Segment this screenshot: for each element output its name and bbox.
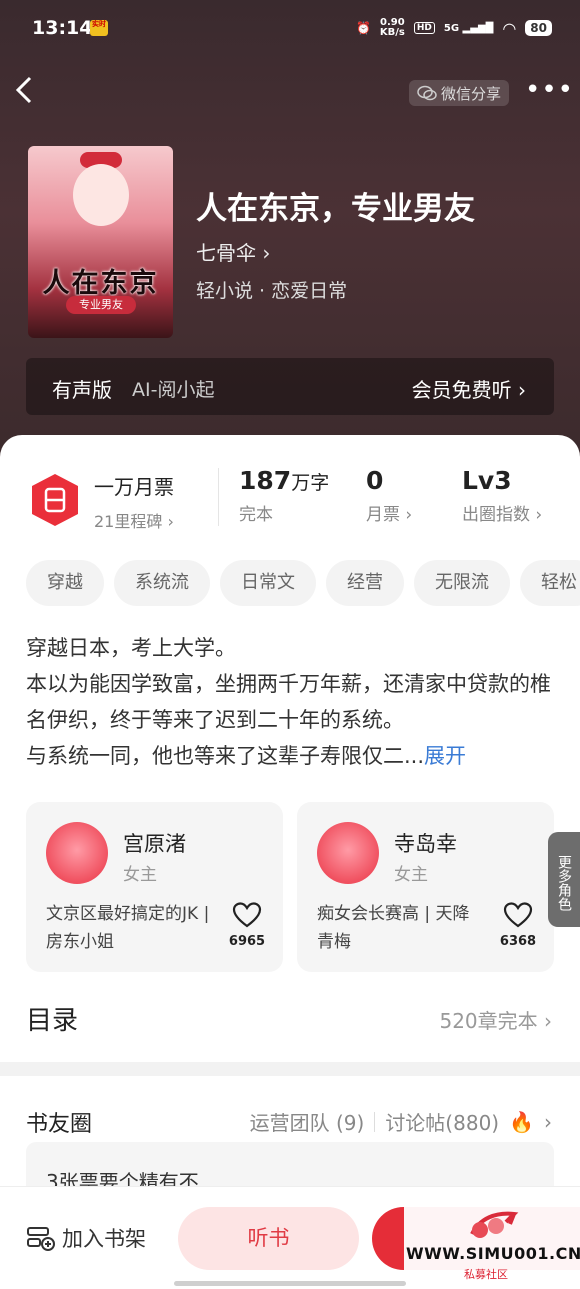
monthly-ticket-stat[interactable]: 0 月票 › <box>366 466 412 525</box>
audio-version-bar[interactable]: 有声版 AI-阅小起 会员免费听 › <box>26 358 554 415</box>
tag-list: 穿越 系统流 日常文 经营 无限流 轻松 <box>26 560 580 606</box>
chevron-right-icon: › <box>544 1109 552 1134</box>
ticket-milestone[interactable]: 一万月票 21里程碑 › <box>94 471 174 532</box>
heart-icon <box>503 902 533 928</box>
watermark-logo-icon <box>470 1211 519 1238</box>
word-count-stat: 187万字 完本 <box>239 466 329 525</box>
popularity-label: 出圈指数 › <box>462 505 543 525</box>
synopsis-line: 穿越日本，考上大学。 <box>26 636 236 660</box>
reader-circle-title: 书友圈 <box>26 1112 93 1137</box>
alarm-icon: ⏰ <box>355 21 371 35</box>
character-list: 宫原渚 女主 文京区最好搞定的JK | 房东小姐 6965 寺岛幸 女主 痴女会… <box>26 802 580 972</box>
divider <box>374 1111 376 1132</box>
synopsis-line: 与系统一同，他也等来了这辈子寿限仅二... <box>26 744 425 768</box>
popularity-stat[interactable]: Lv3 出圈指数 › <box>462 466 542 525</box>
word-count-value: 187 <box>239 466 292 495</box>
audio-label: 有声版 <box>52 378 112 402</box>
character-card[interactable]: 宫原渚 女主 文京区最好搞定的JK | 房东小姐 6965 <box>26 802 283 972</box>
ticket-milestone-sub: 21里程碑 › <box>94 512 174 531</box>
add-shelf-icon <box>27 1227 55 1251</box>
tag-chip[interactable]: 日常文 <box>220 560 316 606</box>
fire-icon: 🔥 <box>509 1109 534 1134</box>
status-time: 13:14 <box>32 17 93 39</box>
character-like-button[interactable]: 6368 <box>495 902 541 949</box>
cover-subtitle: 专业男友 <box>66 296 136 314</box>
net-speed: 0.90 KB/s <box>379 17 405 38</box>
cover-title: 人在东京 <box>42 268 159 299</box>
hd-icon: HD <box>413 22 435 34</box>
character-name: 宫原渚 <box>123 832 186 856</box>
audio-narrator: AI-阅小起 <box>132 379 215 401</box>
status-bar: 13:14 实时 ⏰ 0.90 KB/s HD 5G ▂▄▆█ ◠ 80 <box>0 0 580 60</box>
tag-chip[interactable]: 无限流 <box>414 560 510 606</box>
character-avatar <box>46 822 108 884</box>
free-listen-link[interactable]: 会员免费听 › <box>412 374 526 403</box>
add-to-shelf-button[interactable]: 加入书架 <box>26 1223 146 1253</box>
heart-icon <box>232 902 262 928</box>
synopsis: 穿越日本，考上大学。 本以为能因学致富，坐拥两千万年薪，还清家中贷款的椎名伊织，… <box>26 630 566 774</box>
wechat-share-button[interactable]: 微信分享 <box>409 80 509 106</box>
book-title: 人在东京，专业男友 <box>196 191 475 227</box>
ticket-milestone-value: 一万月票 <box>94 475 174 499</box>
monthly-ticket-label: 月票 › <box>366 505 413 525</box>
book-genre: 轻小说 · 恋爱日常 <box>196 280 348 302</box>
character-avatar <box>317 822 379 884</box>
character-desc: 文京区最好搞定的JK | 房东小姐 <box>46 904 210 952</box>
more-options-button[interactable]: ••• <box>525 75 573 109</box>
tag-chip[interactable]: 经营 <box>326 560 404 606</box>
watermark: WWW.SIMU001.CN 私募社区 <box>404 1206 580 1286</box>
back-button[interactable] <box>14 75 44 113</box>
top-nav: 微信分享 ••• <box>0 75 580 115</box>
more-characters-tab[interactable]: 更多角色 <box>548 832 580 927</box>
character-card[interactable]: 寺岛幸 女主 痴女会长赛高 | 天降青梅 6368 <box>297 802 554 972</box>
synopsis-line: 本以为能因学致富，坐拥两千万年薪，还清家中贷款的椎名伊织，终于等来了迟到二十年的… <box>26 672 551 732</box>
author-link[interactable]: 七骨伞 › <box>196 237 270 266</box>
character-like-count: 6965 <box>228 934 266 949</box>
character-role: 女主 <box>394 865 428 885</box>
character-like-count: 6368 <box>499 934 537 949</box>
character-name: 寺岛幸 <box>394 832 457 856</box>
watermark-sub: 私募社区 <box>464 1268 508 1281</box>
chevron-left-icon <box>15 76 32 104</box>
expand-synopsis-link[interactable]: 展开 <box>424 744 466 768</box>
character-role: 女主 <box>123 865 157 885</box>
character-like-button[interactable]: 6965 <box>224 902 270 949</box>
popularity-level: Lv3 <box>462 466 512 495</box>
book-cover[interactable]: 人在东京 专业男友 <box>28 146 173 338</box>
word-count-unit: 万字 <box>291 472 330 494</box>
signal-icon: 5G ▂▄▆█ <box>443 22 494 34</box>
toc-info: 520章完本 › <box>439 1009 552 1033</box>
table-of-contents-row[interactable]: 目录 520章完本 › <box>0 990 580 1050</box>
toc-title: 目录 <box>26 1006 79 1036</box>
listen-button[interactable]: 听书 <box>178 1207 359 1270</box>
monthly-ticket-value: 0 <box>366 466 384 495</box>
watermark-site: WWW.SIMU001.CN <box>406 1244 580 1263</box>
add-to-shelf-label: 加入书架 <box>62 1227 146 1251</box>
cover-art-face <box>73 164 129 226</box>
operations-team-link[interactable]: 运营团队 (9) <box>250 1107 365 1136</box>
discussion-posts-link[interactable]: 讨论帖(880) <box>385 1107 499 1136</box>
app-badge-icon: 实时 <box>90 20 108 36</box>
wechat-icon <box>417 85 437 101</box>
tag-chip[interactable]: 轻松 <box>520 560 580 606</box>
battery-indicator: 80 <box>525 20 552 36</box>
stats-divider <box>218 468 219 526</box>
tag-chip[interactable]: 系统流 <box>114 560 210 606</box>
home-indicator[interactable] <box>174 1281 406 1286</box>
character-desc: 痴女会长赛高 | 天降青梅 <box>317 904 470 952</box>
completion-status: 完本 <box>239 505 273 525</box>
tag-chip[interactable]: 穿越 <box>26 560 104 606</box>
ticket-badge-icon[interactable] <box>28 472 82 528</box>
share-label: 微信分享 <box>440 84 501 103</box>
wifi-icon: ◠ <box>502 18 517 38</box>
